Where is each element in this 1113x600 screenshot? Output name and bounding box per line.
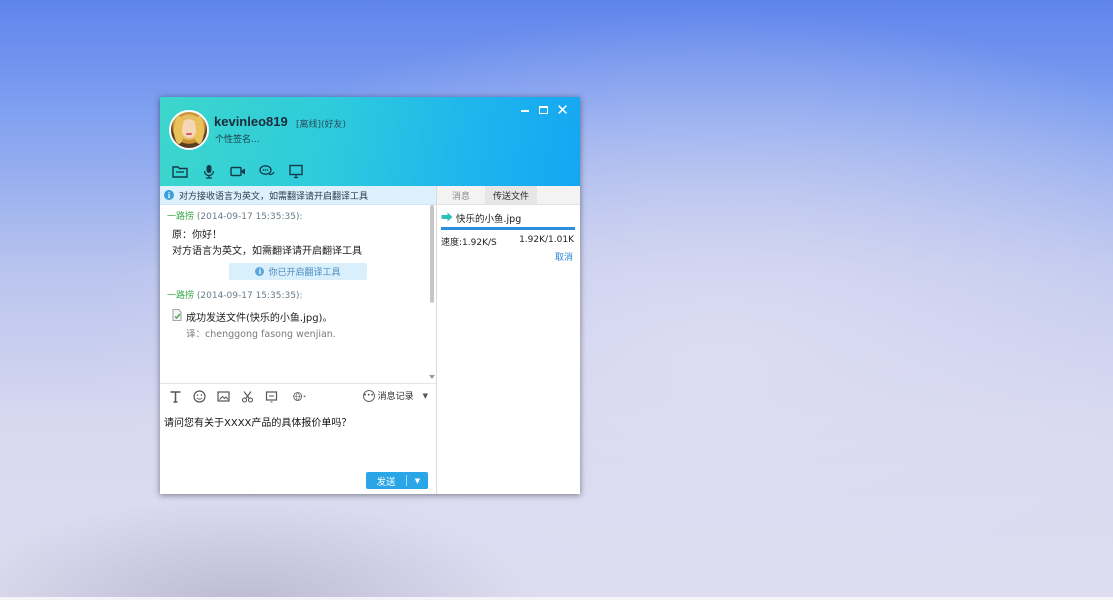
image-icon — [217, 390, 230, 402]
emoji-button[interactable] — [191, 389, 208, 403]
message-list[interactable]: 一路捞 (2014-09-17 15:35:35): 原：你好！ 对方语言为英文… — [160, 205, 436, 381]
message-history-button[interactable]: ••• 消息记录 ▼ — [362, 389, 428, 402]
message-text: 原：你好！ — [172, 230, 222, 241]
tab-messages[interactable]: 消息 — [437, 186, 485, 204]
message-input-text[interactable]: 请问您有关于XXXX产品的具体报价单吗？ — [164, 414, 351, 429]
contact-signature: 个性签名... — [215, 135, 260, 145]
group-chat-button[interactable] — [257, 163, 276, 180]
transfer-size: 1.92K/1.01K — [519, 235, 574, 245]
avatar-face — [182, 121, 196, 138]
contact-nickname[interactable]: kevinleo819 — [214, 114, 288, 129]
image-button[interactable] — [215, 389, 232, 403]
send-file-button[interactable] — [170, 163, 189, 180]
minimize-icon — [520, 110, 529, 112]
message-sender[interactable]: 一路捞 — [167, 291, 194, 301]
history-label: 消息记录 — [377, 392, 414, 402]
history-icon: ••• — [362, 389, 375, 402]
shake-button[interactable] — [263, 389, 280, 403]
chevron-down-icon[interactable]: ▼ — [423, 392, 428, 400]
screenshot-button[interactable] — [239, 389, 256, 403]
scroll-down-arrow-icon[interactable] — [429, 375, 435, 379]
input-toolbar: ••• 消息记录 ▼ — [160, 383, 436, 408]
avatar[interactable] — [169, 110, 209, 150]
avatar-lips — [186, 133, 192, 135]
minimize-button[interactable] — [515, 101, 534, 119]
transfer-progress-fill — [441, 227, 575, 230]
transfer-progress-bar — [441, 227, 575, 230]
microphone-icon — [203, 165, 214, 179]
screen-share-button[interactable] — [286, 163, 305, 180]
send-options-chevron-icon[interactable]: ▼ — [407, 477, 428, 485]
side-panel-tabs: 消息 传送文件 — [437, 186, 580, 205]
voice-call-button[interactable] — [199, 163, 218, 180]
chat-window[interactable]: ✕ kevinleo819 [离线](好友) 个性签名... i 对方接收语言为… — [160, 97, 580, 494]
chat-header: ✕ kevinleo819 [离线](好友) 个性签名... — [160, 97, 580, 186]
transfer-speed: 速度:1.92K/S — [441, 238, 497, 248]
message-time: (2014-09-17 15:35:35): — [196, 291, 303, 301]
file-sent-message: 成功发送文件(快乐的小鱼.jpg)。 — [186, 313, 333, 324]
send-label[interactable]: 发送 — [366, 474, 406, 488]
message-sender[interactable]: 一路捞 — [167, 212, 194, 222]
chat-bubbles-icon — [258, 165, 275, 176]
video-camera-icon — [229, 166, 245, 177]
maximize-icon — [539, 106, 548, 114]
info-icon: i — [164, 190, 174, 200]
info-icon: i — [255, 267, 265, 276]
message-input[interactable]: 请问您有关于XXXX产品的具体报价单吗？ 发送 ▼ — [160, 408, 436, 494]
font-icon — [170, 390, 181, 403]
notice-text: 对方接收语言为英文，如需翻译请开启翻译工具 — [179, 191, 369, 202]
message-header: 一路捞 (2014-09-17 15:35:35): — [167, 288, 303, 301]
message-header: 一路捞 (2014-09-17 15:35:35): — [167, 209, 303, 222]
send-button[interactable]: 发送 ▼ — [366, 472, 428, 489]
scrollbar-thumb[interactable] — [430, 205, 434, 303]
translation-text: 译：chenggong fasong wenjian. — [186, 329, 336, 340]
globe-icon — [292, 391, 306, 401]
emoji-icon — [193, 389, 206, 403]
transfer-file-name: 快乐的小鱼.jpg — [456, 214, 522, 225]
maximize-button[interactable] — [534, 101, 553, 119]
send-arrow-icon — [441, 212, 453, 222]
window-controls: ✕ — [515, 101, 572, 119]
screen-share-icon — [288, 164, 303, 179]
header-toolbar — [170, 163, 305, 180]
font-button[interactable] — [167, 389, 184, 403]
folder-icon — [171, 166, 188, 178]
translation-enabled-pill: i 你已开启翻译工具 — [229, 263, 367, 280]
file-sent-icon — [172, 309, 182, 321]
pill-text: 你已开启翻译工具 — [268, 268, 341, 278]
message-time: (2014-09-17 15:35:35): — [196, 212, 303, 222]
cancel-transfer-link[interactable]: 取消 — [555, 250, 573, 263]
message-text: 对方语言为英文，如需翻译请开启翻译工具 — [172, 246, 362, 257]
contact-status: [离线](好友) — [296, 120, 347, 130]
translate-button[interactable] — [287, 389, 311, 403]
file-transfer-item: 快乐的小鱼.jpg 速度:1.92K/S 1.92K/1.01K 取消 — [437, 205, 580, 265]
message-scrollbar[interactable] — [428, 205, 435, 381]
close-button[interactable]: ✕ — [553, 101, 572, 119]
video-call-button[interactable] — [228, 163, 247, 180]
scissors-icon — [241, 390, 254, 403]
tab-file-transfer[interactable]: 传送文件 — [485, 186, 537, 204]
translation-notice: i 对方接收语言为英文，如需翻译请开启翻译工具 — [160, 186, 436, 205]
shake-icon — [265, 390, 278, 402]
